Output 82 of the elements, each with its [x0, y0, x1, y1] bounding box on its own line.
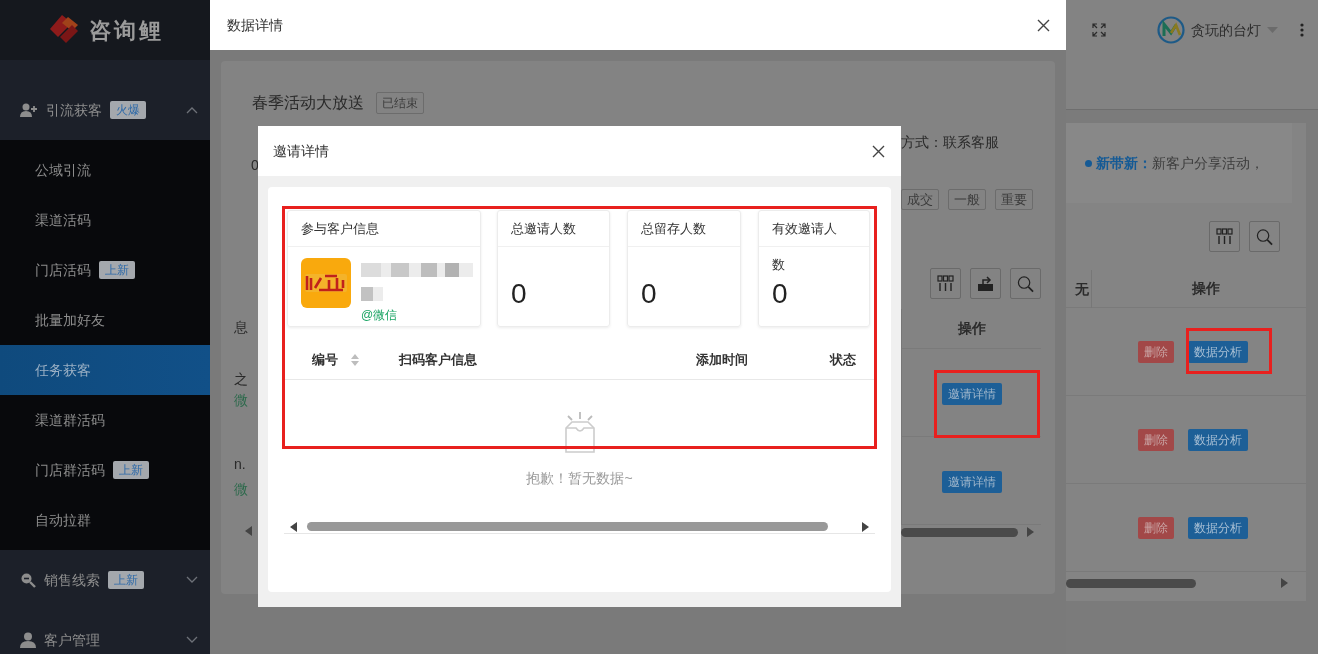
stat-label: 参与客户信息: [301, 221, 379, 236]
column-header: 操作: [957, 319, 986, 338]
menu-badge: 上新: [113, 461, 149, 479]
text-fragment: 息: [234, 318, 248, 337]
scrollbar-thumb[interactable]: [1066, 578, 1196, 588]
search-button[interactable]: [1010, 268, 1041, 299]
search-icon: [20, 572, 36, 588]
invite-details-button[interactable]: 邀请详情: [941, 471, 1002, 493]
chevron-icon: [186, 576, 198, 584]
fullscreen-icon[interactable]: [1092, 23, 1106, 37]
columns-icon: [1216, 228, 1233, 245]
export-button[interactable]: [970, 268, 1001, 299]
empty-text: 抱歉！暂无数据~: [526, 469, 633, 488]
notice-text: 新带新：新客户分享活动，: [1066, 123, 1292, 203]
column-header: 扫码客户信息: [399, 350, 477, 369]
close-button[interactable]: [1037, 18, 1050, 32]
stat-value: 0: [771, 281, 789, 307]
menu-item[interactable]: 门店群活码 上新: [0, 445, 210, 495]
user-add-icon: [20, 103, 38, 117]
bullet-icon: [1085, 160, 1092, 167]
menu-item[interactable]: 任务获客: [0, 345, 210, 395]
column-header: 编号: [312, 350, 338, 369]
scrollbar-thumb[interactable]: [307, 522, 828, 531]
menu-item[interactable]: 自动拉群: [0, 495, 210, 545]
delete-button[interactable]: 删除: [1138, 516, 1174, 539]
stat-label: 总留存人数: [641, 220, 707, 238]
menu-item[interactable]: 门店活码 上新: [0, 245, 210, 295]
scrollbar-thumb[interactable]: [901, 527, 1018, 537]
brand-name: 咨询鲤: [89, 16, 164, 45]
delete-button[interactable]: 删除: [1138, 340, 1174, 363]
text-fragment: 微: [234, 391, 248, 410]
menu-item[interactable]: 批量加好友: [0, 295, 210, 345]
stat-label: 有效邀请人数: [772, 220, 838, 274]
menu-badge: 火爆: [110, 101, 146, 119]
text-fragment: 之: [234, 370, 248, 389]
source-label: @微信: [361, 307, 399, 324]
chevron-icon: [186, 106, 198, 114]
analysis-button[interactable]: 数据分析: [1188, 340, 1248, 363]
close-icon: [1037, 18, 1050, 32]
menu-item[interactable]: 渠道群活码: [0, 395, 210, 445]
columns-button[interactable]: [1209, 221, 1240, 252]
columns-icon: [937, 275, 954, 292]
logo-icon: [1157, 16, 1185, 44]
user-name[interactable]: 贪玩的台灯: [1191, 19, 1261, 41]
scroll-left-icon[interactable]: [290, 521, 297, 532]
menu-badge: 上新: [99, 261, 135, 279]
tag-label[interactable]: 重要: [995, 189, 1033, 210]
dialog-title: 邀请详情: [273, 141, 329, 161]
text-fragment: n.: [234, 455, 246, 474]
menu-item[interactable]: 公域引流: [0, 145, 210, 195]
status-tag: 已结束: [376, 92, 424, 114]
stat-label: 总邀请人数: [511, 220, 577, 238]
activity-title: 春季活动大放送: [252, 93, 364, 113]
scroll-right-icon[interactable]: [862, 521, 869, 532]
dialog-title: 数据详情: [227, 15, 283, 35]
more-icon[interactable]: [1300, 23, 1304, 37]
menu-group[interactable]: 引流获客 火爆: [0, 80, 210, 140]
search-icon: [1017, 274, 1034, 293]
menu-group[interactable]: 销售线索 上新: [0, 550, 210, 610]
close-button[interactable]: [872, 144, 885, 158]
search-button[interactable]: [1249, 221, 1280, 252]
text-fragment: 微: [234, 480, 248, 499]
text-fragment: 0: [251, 156, 259, 175]
export-icon: [977, 275, 994, 292]
stat-value: 0: [640, 281, 658, 307]
delete-button[interactable]: 删除: [1138, 428, 1174, 451]
columns-button[interactable]: [930, 268, 961, 299]
column-header: 状态: [830, 350, 856, 369]
close-icon: [872, 144, 885, 158]
analysis-button[interactable]: 数据分析: [1188, 428, 1248, 451]
column-header: 添加时间: [696, 350, 748, 369]
search-icon: [1256, 227, 1273, 246]
contact-text: 方式：联系客服: [901, 133, 1000, 152]
menu-item[interactable]: 渠道活码: [0, 195, 210, 245]
menu-badge: 上新: [108, 571, 144, 589]
menu-group[interactable]: 客户管理: [0, 610, 210, 654]
stat-value: 0: [510, 281, 528, 307]
chevron-icon: [186, 636, 198, 644]
invite-details-button[interactable]: 邀请详情: [941, 383, 1002, 405]
analysis-button[interactable]: 数据分析: [1188, 516, 1248, 539]
column-header: 操作: [1192, 279, 1220, 298]
user-icon: [20, 632, 36, 648]
